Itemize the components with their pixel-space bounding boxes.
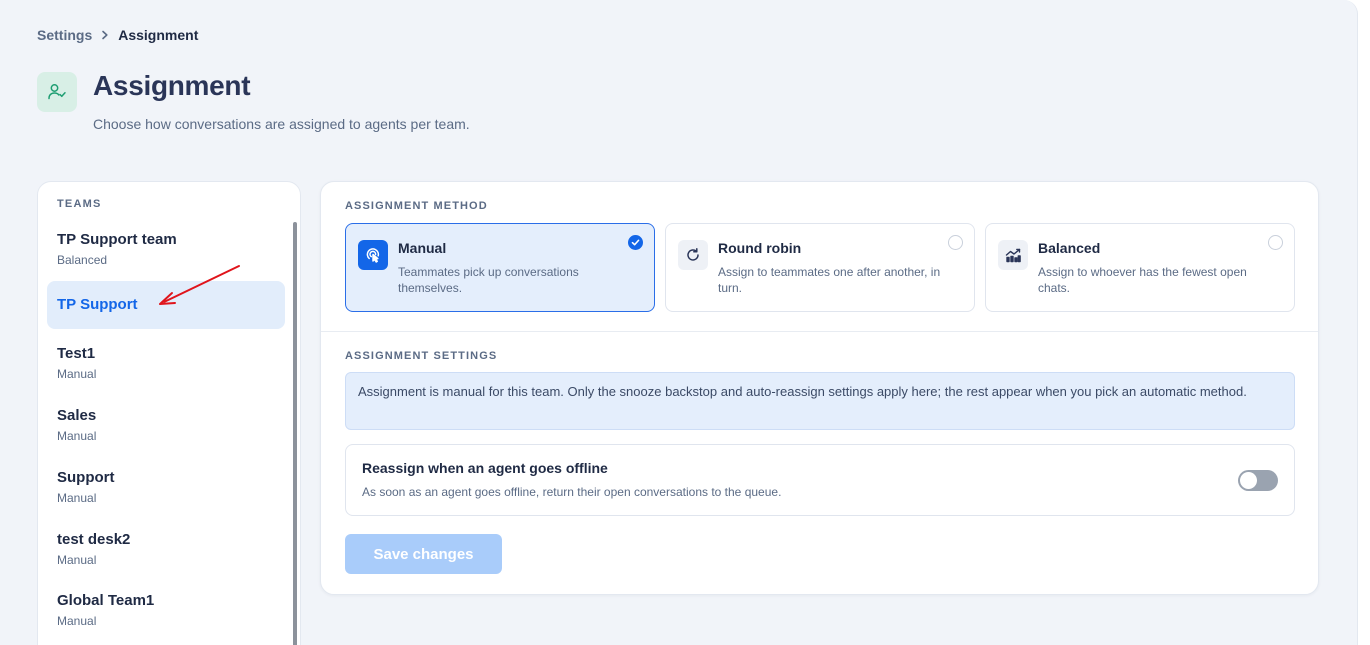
team-name: Sales	[57, 407, 97, 424]
page-title: Assignment	[93, 70, 251, 101]
save-changes-button[interactable]: Save changes	[345, 534, 502, 574]
team-item-tp-support[interactable]: TP Support	[47, 281, 285, 329]
method-radio[interactable]	[948, 235, 963, 250]
teams-scrollbar[interactable]	[293, 222, 297, 645]
team-method: Manual	[57, 614, 97, 628]
method-title: Manual	[398, 240, 447, 256]
hand-pointer-icon	[358, 240, 388, 270]
method-description: Assign to whoever has the fewest open ch…	[1038, 265, 1247, 295]
balance-chart-icon	[998, 240, 1028, 270]
method-radio[interactable]	[1268, 235, 1283, 250]
check-icon	[631, 239, 640, 246]
teams-heading: TEAMS	[57, 198, 102, 210]
method-title: Round robin	[718, 240, 802, 256]
page-subtitle: Choose how conversations are assigned to…	[93, 116, 470, 132]
method-description: Teammates pick up conversations themselv…	[398, 265, 579, 295]
rotate-icon	[678, 240, 708, 270]
settings-page: Settings Assignment Assignment Choose ho…	[0, 0, 1358, 645]
team-item-sales[interactable]: Sales Manual	[47, 406, 285, 446]
user-check-icon	[37, 72, 77, 112]
breadcrumb: Settings Assignment	[37, 27, 198, 43]
setting-description: As soon as an agent goes offline, return…	[362, 485, 782, 499]
team-method: Manual	[57, 367, 97, 381]
reassign-offline-setting: Reassign when an agent goes offline As s…	[345, 444, 1295, 516]
toggle-knob	[1240, 472, 1257, 489]
method-option-round-robin[interactable]: Round robin Assign to teammates one afte…	[665, 223, 975, 312]
team-method: Balanced	[57, 253, 108, 267]
team-name: TP Support team	[57, 231, 177, 248]
team-item-support[interactable]: Support Manual	[47, 468, 285, 508]
setting-title: Reassign when an agent goes offline	[362, 460, 608, 476]
section-divider	[321, 331, 1318, 332]
team-name: Support	[57, 469, 115, 486]
reassign-offline-toggle[interactable]	[1238, 470, 1278, 491]
breadcrumb-settings-link[interactable]: Settings	[37, 27, 92, 43]
team-name: TP Support	[57, 296, 138, 313]
team-name: Global Team1	[57, 592, 155, 609]
assignment-settings-label: ASSIGNMENT SETTINGS	[345, 350, 498, 362]
team-item-test1[interactable]: Test1 Manual	[47, 344, 285, 384]
team-method: Manual	[57, 491, 97, 505]
info-banner: Assignment is manual for this team. Only…	[345, 372, 1295, 430]
assignment-method-label: ASSIGNMENT METHOD	[345, 200, 488, 212]
team-item-global-team1[interactable]: Global Team1 Manual	[47, 591, 285, 631]
method-description: Assign to teammates one after another, i…	[718, 265, 941, 295]
method-title: Balanced	[1038, 240, 1101, 256]
method-option-balanced[interactable]: Balanced Assign to whoever has the fewes…	[985, 223, 1295, 312]
chevron-right-icon	[100, 30, 110, 40]
team-name: test desk2	[57, 531, 131, 548]
team-item-test-desk2[interactable]: test desk2 Manual	[47, 530, 285, 570]
assignment-card: ASSIGNMENT METHOD Manual Teammates pick …	[320, 181, 1319, 595]
method-radio-checked[interactable]	[628, 235, 643, 250]
teams-panel: TEAMS TP Support team Balanced TP Suppor…	[37, 181, 301, 645]
team-item-tp-support-team[interactable]: TP Support team Balanced	[47, 230, 285, 270]
team-method: Manual	[57, 553, 97, 567]
team-method: Manual	[57, 429, 97, 443]
method-option-manual[interactable]: Manual Teammates pick up conversations t…	[345, 223, 655, 312]
breadcrumb-current: Assignment	[118, 27, 199, 43]
team-name: Test1	[57, 345, 96, 362]
